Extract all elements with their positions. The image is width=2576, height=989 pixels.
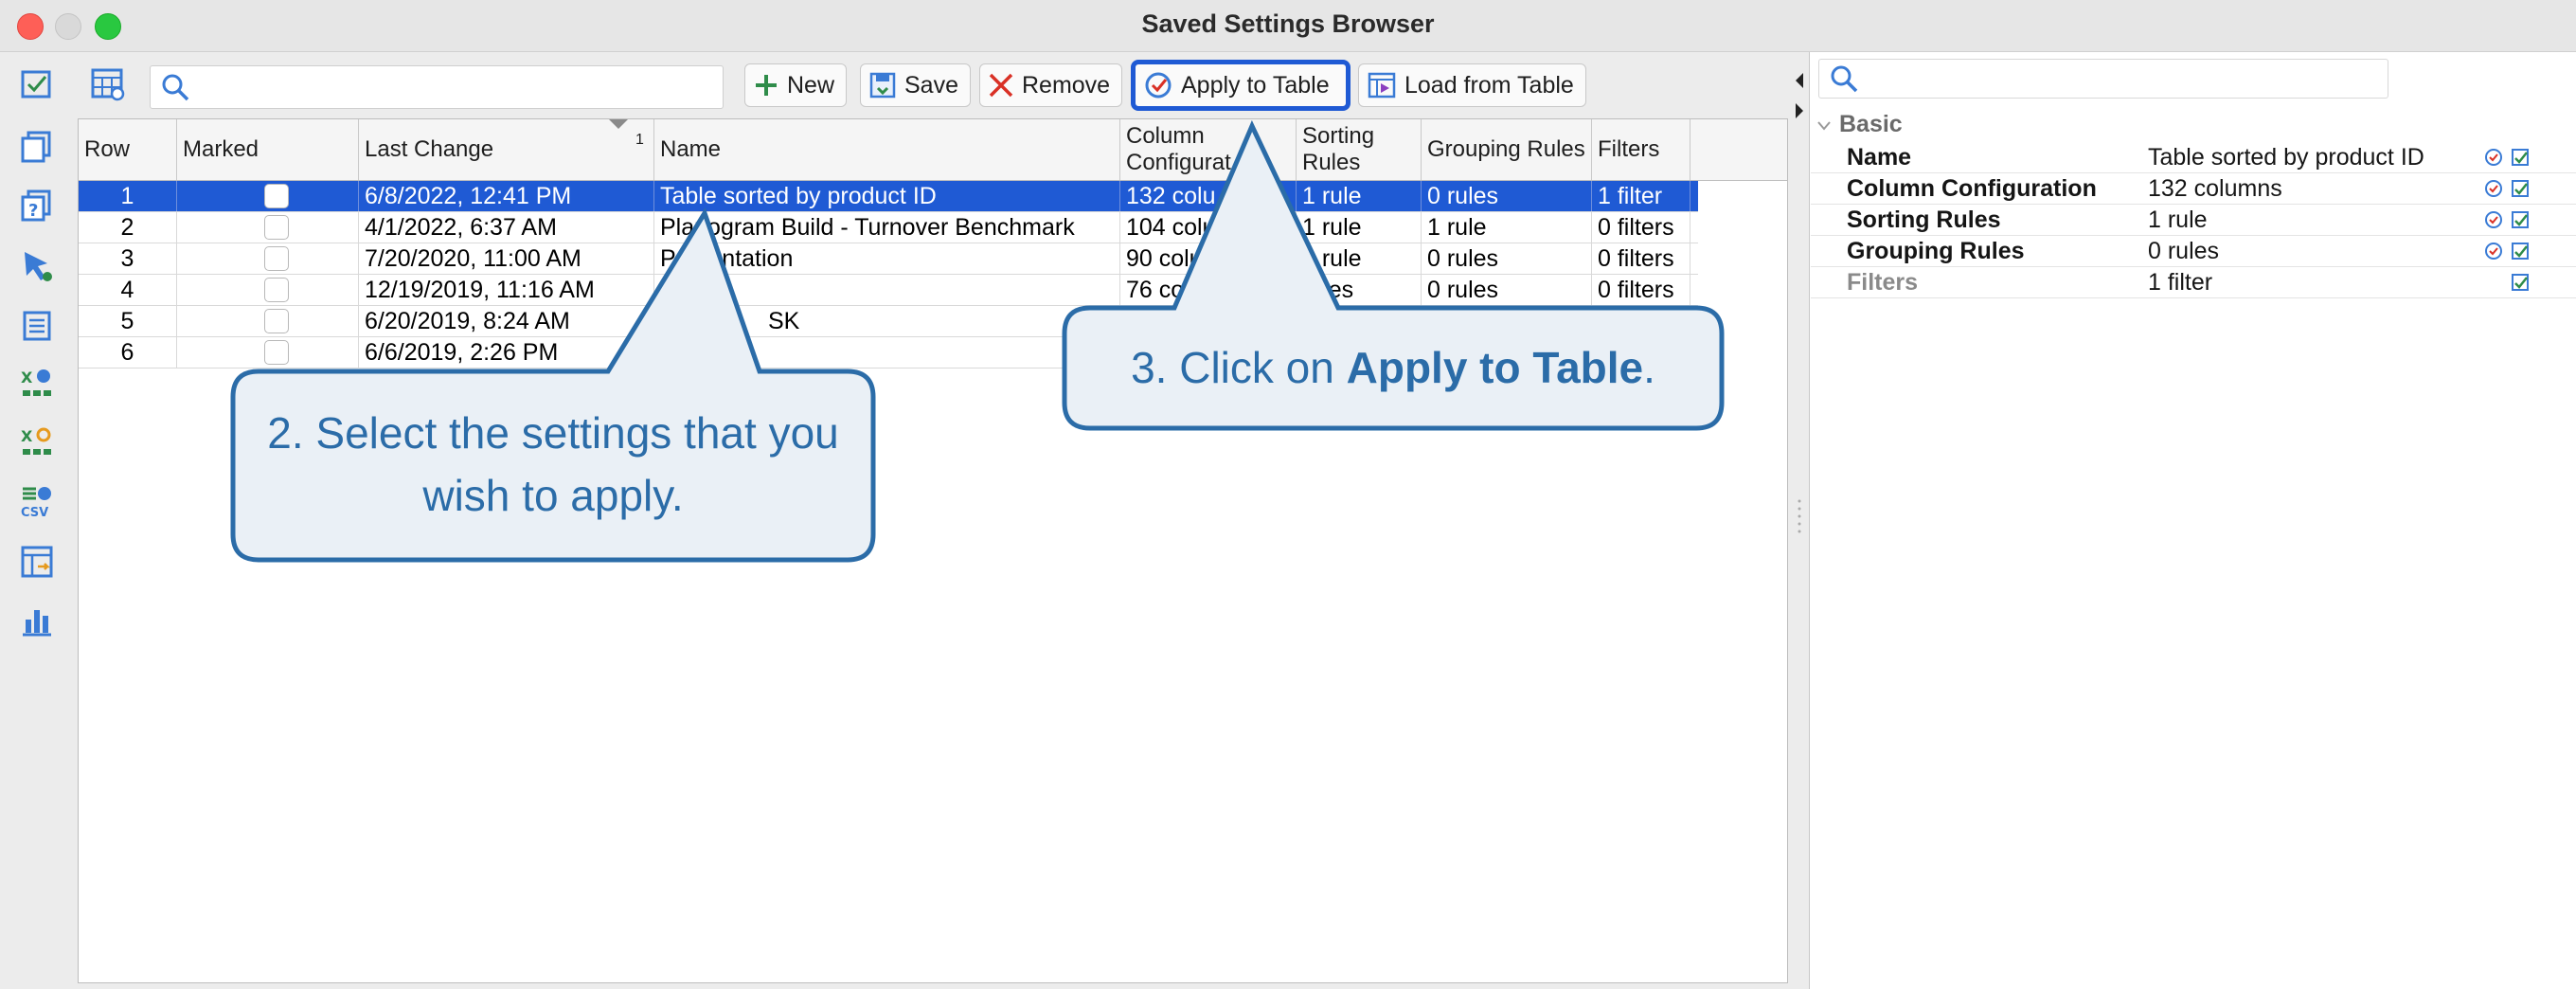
callout-step3-suffix: . xyxy=(1643,343,1655,392)
callout-step2-text: 2. Select the settings that you wish to … xyxy=(267,408,839,520)
callout-step3-prefix: 3. Click on xyxy=(1131,343,1347,392)
callout-step3-bold: Apply to Table xyxy=(1346,343,1644,392)
callout-step3-text: 3. Click on Apply to Table. xyxy=(1064,336,1722,399)
